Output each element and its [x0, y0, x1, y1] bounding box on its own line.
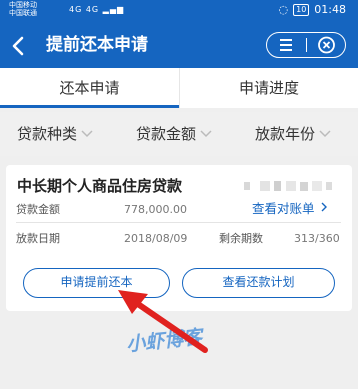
carrier-1: 中国移动 [9, 1, 37, 9]
tab-apply-progress[interactable]: 申请进度 [179, 68, 358, 108]
loan-amount-label: 贷款金额 [16, 203, 60, 216]
filter-loan-amount-label: 贷款金额 [136, 125, 197, 143]
back-button[interactable] [9, 34, 29, 58]
view-repayment-plan-button[interactable]: 查看还款计划 [182, 268, 335, 298]
chevron-left-icon [12, 36, 24, 56]
disbursement-date-value: 2018/08/09 [124, 232, 188, 245]
chevron-right-icon [321, 202, 327, 212]
watermark-text: 小虾博客 [125, 326, 204, 356]
signal-icon: 4G 4G ▂▄▆ [69, 5, 125, 14]
tab-bar: 还本申请 申请进度 [0, 68, 358, 108]
view-statement-label: 查看对账单 [252, 201, 315, 216]
remaining-periods-label: 剩余期数 [219, 232, 263, 245]
chevron-down-icon [319, 130, 331, 138]
tab-active-indicator [0, 105, 179, 108]
filter-loan-type-label: 贷款种类 [17, 125, 78, 143]
menu-icon [280, 39, 292, 51]
filter-bar: 贷款种类 贷款金额 放款年份 [0, 112, 358, 156]
loan-product-name: 中长期个人商品住房贷款 [17, 177, 183, 195]
filter-loan-type[interactable]: 贷款种类 [17, 124, 94, 144]
filter-loan-year-label: 放款年份 [255, 125, 316, 143]
remaining-periods-value: 313/360 [294, 232, 340, 245]
status-right: ◌ 10 01:48 [279, 3, 347, 16]
carrier-2: 中国联通 [9, 9, 37, 17]
capsule-divider [306, 38, 307, 52]
apply-early-repayment-button[interactable]: 申请提前还本 [23, 268, 170, 298]
page-title: 提前还本申请 [46, 35, 148, 55]
filter-loan-amount[interactable]: 贷款金额 [136, 124, 213, 144]
close-button[interactable] [316, 35, 337, 55]
network-type: 4G 4G [69, 5, 100, 14]
battery-level: 10 [296, 4, 307, 14]
alarm-icon: ◌ [278, 3, 289, 16]
card-divider [16, 222, 341, 223]
battery-icon: 10 [293, 3, 310, 16]
disbursement-date-label: 放款日期 [16, 232, 60, 245]
chevron-down-icon [81, 130, 93, 138]
mini-program-capsule [266, 32, 346, 58]
app-header: 中国移动 中国联通 4G 4G ▂▄▆ ◌ 10 01:48 提前还本申请 [0, 0, 358, 68]
chevron-down-icon [200, 130, 212, 138]
masked-account-number [244, 181, 332, 191]
tab-repay-apply[interactable]: 还本申请 [0, 68, 179, 108]
loan-card: 中长期个人商品住房贷款 贷款金额 778,000.00 查看对账单 放款日期 2… [6, 165, 352, 311]
close-circle-icon [318, 36, 335, 54]
filter-loan-year[interactable]: 放款年份 [255, 124, 332, 144]
loan-amount-value: 778,000.00 [124, 203, 187, 216]
status-bar: 中国移动 中国联通 4G 4G ▂▄▆ ◌ 10 01:48 [0, 0, 358, 18]
menu-button[interactable] [276, 36, 296, 54]
clock: 01:48 [314, 3, 346, 16]
carrier-info: 中国移动 中国联通 [9, 1, 37, 17]
view-statement-link[interactable]: 查看对账单 [252, 201, 329, 217]
